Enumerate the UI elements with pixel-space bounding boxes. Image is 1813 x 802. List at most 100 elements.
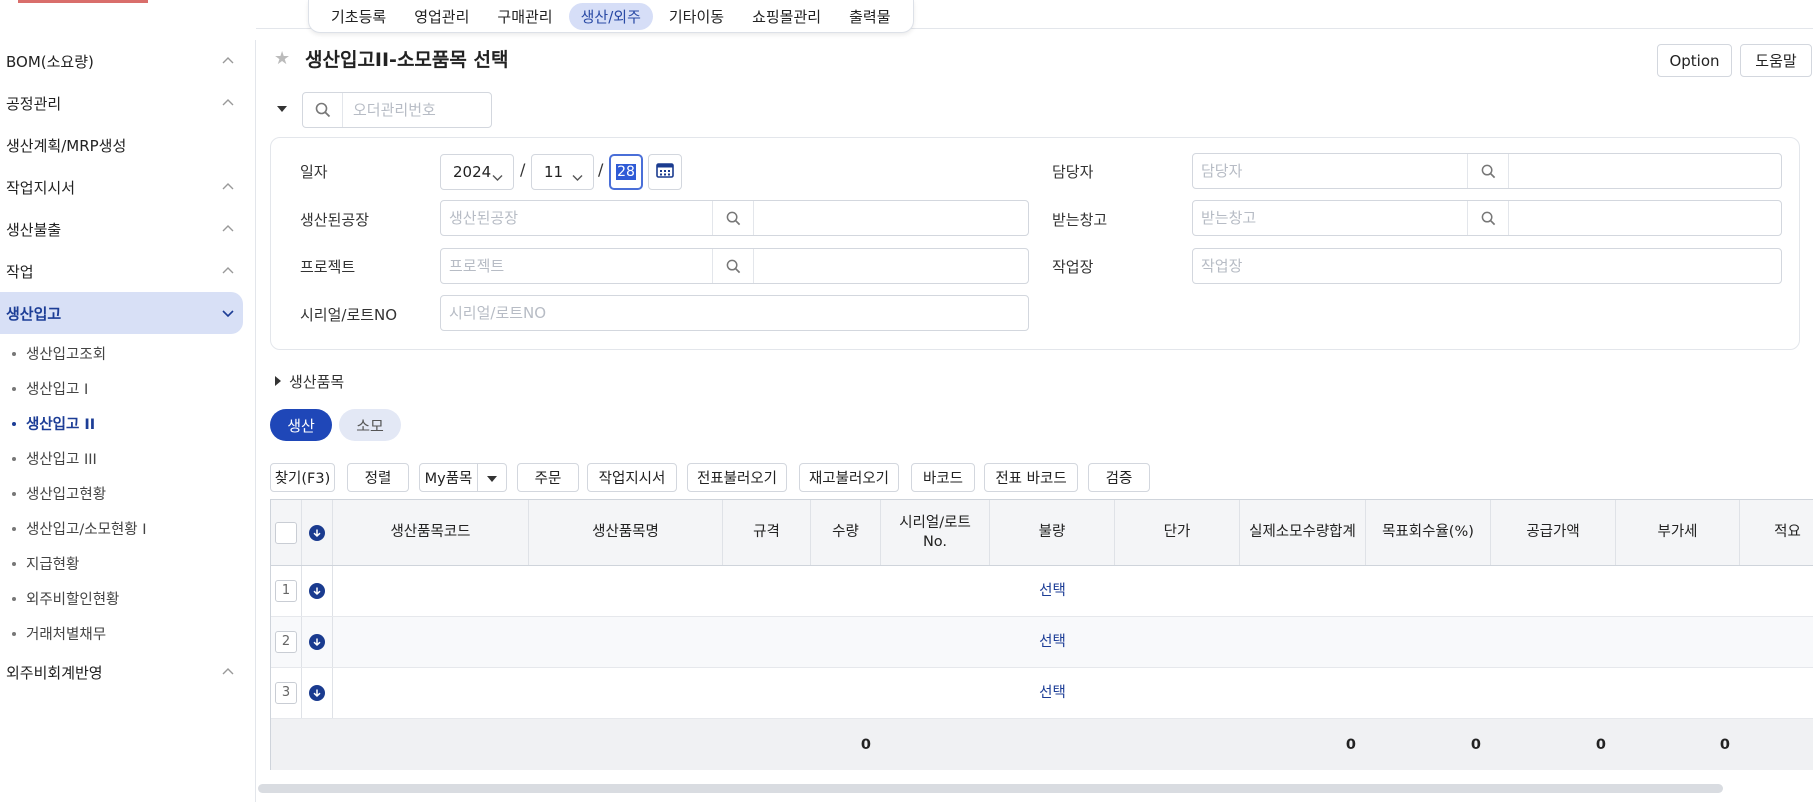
sidebar-item-work[interactable]: 작업 — [0, 250, 255, 292]
favorite-star-icon[interactable]: ★ — [274, 48, 290, 69]
help-button[interactable]: 도움말 — [1740, 44, 1812, 77]
sidebar-item-production-receipt[interactable]: 생산입고 — [0, 292, 243, 334]
horizontal-scrollbar[interactable] — [258, 784, 1723, 793]
tab-basic-registration[interactable]: 기초등록 — [319, 3, 398, 30]
column-header[interactable]: 목표회수율(%) — [1366, 500, 1491, 565]
sidebar-subitem-label: 생산입고 II — [26, 417, 96, 433]
column-header[interactable]: 공급가액 — [1491, 500, 1616, 565]
sidebar-subitem-receipt-status[interactable]: 생산입고현황 — [0, 476, 255, 511]
calendar-button[interactable] — [648, 154, 682, 190]
verify-button[interactable]: 검증 — [1088, 463, 1150, 492]
select-all-checkbox[interactable] — [275, 521, 297, 544]
serial-input[interactable] — [441, 296, 1028, 330]
barcode-button[interactable]: 바코드 — [911, 463, 975, 492]
tab-production-pill[interactable]: 생산 — [270, 409, 332, 441]
warehouse-name-input[interactable] — [1509, 201, 1781, 235]
sidebar-subitem-payment-status[interactable]: 지급현황 — [0, 546, 255, 581]
sidebar-subitem-vendor-payables[interactable]: 거래처별채무 — [0, 616, 255, 651]
project-code-input[interactable] — [441, 249, 712, 283]
collapse-toggle-icon[interactable] — [277, 106, 287, 112]
search-icon[interactable] — [712, 201, 754, 235]
search-icon[interactable] — [1467, 154, 1509, 188]
work-order-button[interactable]: 작업지시서 — [587, 463, 677, 492]
month-select[interactable]: 11 — [531, 154, 594, 190]
tab-sales[interactable]: 영업관리 — [402, 3, 481, 30]
day-input[interactable]: 28 — [609, 154, 643, 190]
table-row[interactable]: 2 선택 — [271, 617, 1813, 668]
project-field — [440, 248, 1029, 284]
sidebar-subitem-receipt-3[interactable]: 생산입고 III — [0, 441, 255, 476]
defect-select-link[interactable]: 선택 — [1039, 684, 1066, 703]
load-stock-button[interactable]: 재고불러오기 — [799, 463, 899, 492]
arrow-down-circle-icon[interactable] — [309, 634, 325, 650]
column-header[interactable]: 적요 — [1740, 500, 1813, 565]
serial-label: 시리얼/로트NO — [300, 306, 398, 324]
expand-caret-icon[interactable] — [275, 376, 281, 386]
sidebar-item-process[interactable]: 공정관리 — [0, 82, 255, 124]
find-button[interactable]: 찾기(F3) — [270, 463, 335, 492]
column-header[interactable]: 생산품목코드 — [333, 500, 529, 565]
arrow-down-circle-icon[interactable] — [309, 685, 325, 701]
order-button[interactable]: 주문 — [517, 463, 579, 492]
sidebar-item-bom[interactable]: BOM(소요량) — [0, 40, 255, 82]
manager-code-input[interactable] — [1193, 154, 1467, 188]
section-title-production-items[interactable]: 생산품목 — [289, 371, 344, 392]
sidebar-subitem-outsourcing-discount[interactable]: 외주비할인현황 — [0, 581, 255, 616]
date-separator: / — [598, 160, 604, 179]
sort-button[interactable]: 정렬 — [347, 463, 409, 492]
tab-other-movement[interactable]: 기타이동 — [657, 3, 736, 30]
sidebar-item-outsourcing-accounting[interactable]: 외주비회계반영 — [0, 651, 255, 693]
row-number-cell: 2 — [271, 617, 302, 667]
tab-printouts[interactable]: 출력물 — [837, 3, 902, 30]
my-items-dropdown[interactable] — [478, 463, 507, 492]
defect-select-link[interactable]: 선택 — [1039, 633, 1066, 652]
arrow-down-circle-icon[interactable] — [309, 583, 325, 599]
column-header[interactable]: 생산품목명 — [529, 500, 723, 565]
column-header[interactable]: 불량 — [990, 500, 1115, 565]
sidebar-item-mrp[interactable]: 생산계획/MRP생성 — [0, 124, 255, 166]
slip-barcode-button[interactable]: 전표 바코드 — [984, 463, 1078, 492]
column-header[interactable]: 부가세 — [1616, 500, 1740, 565]
bullet-icon — [12, 596, 16, 601]
tab-production[interactable]: 생산/외주 — [568, 2, 653, 30]
option-button[interactable]: Option — [1657, 44, 1732, 77]
tab-shopping-mall[interactable]: 쇼핑몰관리 — [740, 3, 833, 30]
column-header[interactable]: 실제소모수량합계 — [1240, 500, 1366, 565]
factory-name-input[interactable] — [754, 201, 1028, 235]
tab-consumption-pill[interactable]: 소모 — [339, 409, 401, 441]
project-name-input[interactable] — [754, 249, 1028, 283]
sidebar-subitem-label: 생산입고 I — [26, 382, 89, 398]
order-number-input[interactable] — [343, 93, 483, 127]
sidebar-subitem-receipt-2[interactable]: 생산입고 II — [0, 406, 255, 441]
table-row[interactable]: 1 선택 — [271, 566, 1813, 617]
column-header[interactable]: 시리얼/로트 No. — [881, 500, 990, 565]
order-search — [302, 92, 492, 128]
search-icon[interactable] — [1467, 201, 1509, 235]
column-header[interactable]: 규격 — [723, 500, 811, 565]
arrow-down-circle-icon[interactable] — [309, 524, 325, 541]
column-header[interactable]: 단가 — [1115, 500, 1240, 565]
sidebar-subitem-receipt-inquiry[interactable]: 생산입고조회 — [0, 336, 255, 371]
table-row[interactable]: 3 선택 — [271, 668, 1813, 719]
workplace-input[interactable] — [1193, 249, 1781, 283]
sidebar-subitem-label: 생산입고현황 — [26, 487, 107, 503]
factory-code-input[interactable] — [441, 201, 712, 235]
sidebar-item-production-release[interactable]: 생산불출 — [0, 208, 255, 250]
search-icon[interactable] — [712, 249, 754, 283]
manager-name-input[interactable] — [1509, 154, 1781, 188]
factory-field — [440, 200, 1029, 236]
sidebar-subitem-receipt-1[interactable]: 생산입고 I — [0, 371, 255, 406]
sidebar-item-label: 외주비회계반영 — [6, 663, 103, 682]
warehouse-code-input[interactable] — [1193, 201, 1467, 235]
sidebar-subitem-receipt-consumption[interactable]: 생산입고/소모현황 I — [0, 511, 255, 546]
year-select[interactable]: 2024 — [440, 154, 514, 190]
warehouse-label: 받는창고 — [1052, 211, 1108, 229]
my-items-button[interactable]: My품목 — [419, 463, 478, 492]
load-slip-button[interactable]: 전표불러오기 — [687, 463, 787, 492]
search-icon[interactable] — [303, 93, 343, 127]
tab-purchase[interactable]: 구매관리 — [485, 3, 564, 30]
row-expand-cell — [302, 668, 333, 718]
defect-select-link[interactable]: 선택 — [1039, 582, 1066, 601]
sidebar-item-work-order[interactable]: 작업지시서 — [0, 166, 255, 208]
column-header[interactable]: 수량 — [811, 500, 881, 565]
